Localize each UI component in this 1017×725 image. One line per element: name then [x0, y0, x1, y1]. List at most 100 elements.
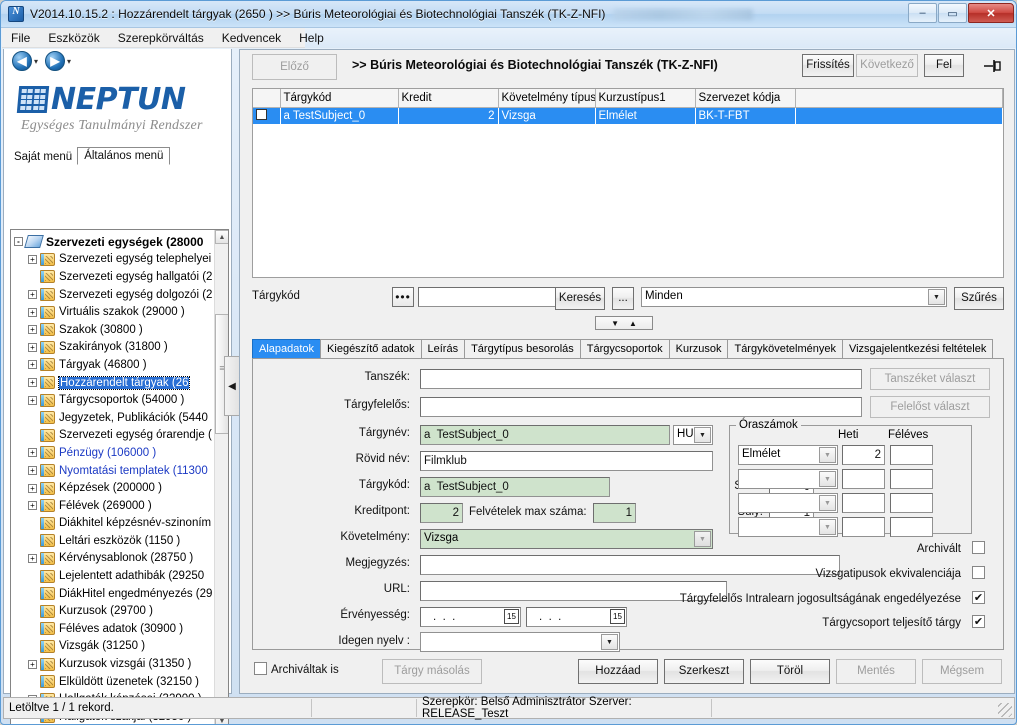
back-dropdown-caret-icon[interactable]: ▾ — [34, 57, 38, 66]
oraszam-feleves-input[interactable] — [890, 445, 933, 465]
resize-grip-icon[interactable] — [998, 703, 1012, 717]
tab-vizsgajelentkez-si-felt-telek[interactable]: Vizsgajelentkezési feltételek — [841, 339, 994, 359]
forward-button[interactable]: ▶ — [45, 51, 66, 71]
tab-kieg-sz-t-adatok[interactable]: Kiegészítő adatok — [320, 339, 422, 359]
tab-kurzusok[interactable]: Kurzusok — [668, 339, 729, 359]
add-button[interactable]: Hozzáad — [578, 659, 658, 684]
tree-item[interactable]: + Szervezeti egység telephelyei — [14, 251, 216, 269]
column-header[interactable]: Tárgykód — [280, 89, 399, 108]
delete-button[interactable]: Töröl — [750, 659, 830, 684]
tree-item[interactable]: + Kérvénysablonok (28750 ) — [14, 550, 216, 568]
oraszam-feleves-input[interactable] — [890, 469, 933, 489]
tree-item[interactable]: + Tárgyak (46800 ) — [14, 356, 216, 374]
column-header[interactable]: Kurzustípus1 — [595, 89, 696, 108]
copy-subject-button[interactable]: Tárgy másolás — [382, 659, 482, 684]
tab-t-rgycsoportok[interactable]: Tárgycsoportok — [579, 339, 670, 359]
oraszam-heti-input[interactable] — [842, 445, 885, 465]
search-input[interactable] — [418, 287, 565, 307]
tab-altalanos-menu[interactable]: Általános menü — [77, 147, 171, 165]
checkbox[interactable] — [972, 566, 985, 579]
tree-item[interactable]: Féléves adatok (30900 ) — [14, 620, 216, 638]
expand-icon[interactable]: + — [28, 501, 37, 511]
targyfelelos-input[interactable] — [420, 397, 862, 417]
chevron-down-icon[interactable]: ▼ — [694, 531, 711, 547]
expand-icon[interactable]: + — [28, 360, 37, 370]
tab-t-rgyt-pus-besorol-s[interactable]: Tárgytípus besorolás — [464, 339, 581, 359]
tree-item[interactable]: + Nyomtatási templatek (11300 — [14, 462, 216, 480]
tree-item[interactable]: + Tárgycsoportok (54000 ) — [14, 391, 216, 409]
tree-item[interactable]: + Hozzárendelt tárgyak (26 — [14, 374, 216, 392]
select-responsible-button[interactable]: Felelőst választ — [870, 396, 990, 418]
tree-item[interactable]: + Képzések (200000 ) — [14, 479, 216, 497]
rovidnev-input[interactable] — [420, 451, 713, 471]
tree-item[interactable]: + Félévek (269000 ) — [14, 497, 216, 515]
menu-kedvencek[interactable]: Kedvencek — [213, 29, 290, 47]
tree-item[interactable]: + Pénzügy (106000 ) — [14, 444, 216, 462]
search-scope-combobox[interactable]: Minden ▼ — [641, 287, 947, 307]
search-ellipsis-button[interactable]: ... — [612, 287, 634, 310]
forward-dropdown-caret-icon[interactable]: ▾ — [67, 57, 71, 66]
oraszam-type-combobox[interactable]: ▼ — [738, 517, 838, 537]
tree-item[interactable]: Elküldött üzenetek (32150 ) — [14, 673, 216, 691]
tab-sajat-menu[interactable]: Saját menü — [10, 149, 77, 165]
maximize-button[interactable]: ▭ — [938, 3, 967, 23]
tree-vertical-scrollbar[interactable]: ▲ ▼ — [214, 230, 228, 724]
previous-button[interactable]: Előző — [252, 54, 337, 80]
back-button[interactable]: ◀ — [12, 51, 32, 71]
panel-collapse-toggle[interactable]: ▼ ▲ — [595, 316, 653, 330]
search-options-button[interactable]: ••• — [392, 287, 414, 307]
tree-item[interactable]: + Szakirányok (31800 ) — [14, 339, 216, 357]
expand-icon[interactable]: + — [28, 553, 37, 563]
filter-button[interactable]: Szűrés — [954, 287, 1004, 310]
menu-file[interactable]: File — [2, 29, 39, 47]
tab-le-r-s[interactable]: Leírás — [420, 339, 466, 359]
idegennyelv-combobox[interactable]: ▼ — [420, 632, 620, 652]
chevron-down-icon[interactable]: ▼ — [819, 447, 836, 463]
row-checkbox[interactable] — [256, 108, 267, 120]
close-button[interactable]: ✕ — [968, 3, 1014, 23]
tree-item[interactable]: Vizsgák (31250 ) — [14, 638, 216, 656]
tanszek-input[interactable] — [420, 369, 862, 389]
collapse-icon[interactable]: - — [14, 237, 23, 247]
calendar-icon[interactable]: 15 — [610, 609, 625, 624]
expand-icon[interactable]: + — [28, 290, 37, 300]
up-button[interactable]: Fel — [924, 54, 964, 77]
chevron-down-icon[interactable]: ▼ — [601, 634, 618, 650]
edit-button[interactable]: Szerkeszt — [664, 659, 744, 684]
expand-icon[interactable]: + — [28, 395, 37, 405]
save-button[interactable]: Mentés — [836, 659, 916, 684]
oraszam-heti-input[interactable] — [842, 517, 885, 537]
calendar-icon[interactable]: 15 — [504, 609, 519, 624]
cancel-button[interactable]: Mégsem — [922, 659, 1002, 684]
chevron-down-icon[interactable]: ▼ — [819, 519, 836, 535]
expand-icon[interactable]: + — [28, 254, 37, 264]
pin-icon[interactable] — [982, 59, 1002, 73]
checkbox[interactable]: ✔ — [972, 591, 985, 604]
oraszam-heti-input[interactable] — [842, 493, 885, 513]
menu-help[interactable]: Help — [290, 29, 333, 47]
panel-splitter-handle[interactable]: ◀ — [224, 356, 240, 416]
tree-item[interactable]: - Szervezeti egységek (28000 — [14, 233, 216, 251]
chevron-down-icon[interactable]: ▼ — [928, 289, 945, 305]
megjegyzes-input[interactable] — [420, 555, 840, 575]
chevron-down-icon[interactable]: ▼ — [819, 471, 836, 487]
oraszam-type-combobox[interactable]: Elmélet ▼ — [738, 445, 838, 465]
minimize-button[interactable]: – — [908, 3, 937, 23]
chevron-down-icon[interactable]: ▼ — [694, 427, 711, 443]
tree-item[interactable]: + Szakok (30800 ) — [14, 321, 216, 339]
tree-item[interactable]: + Kurzusok vizsgái (31350 ) — [14, 655, 216, 673]
chevron-down-icon[interactable]: ▼ — [819, 495, 836, 511]
language-combobox[interactable]: HU ▼ — [673, 425, 713, 445]
felvetelek-max-input[interactable] — [593, 503, 636, 523]
tree-item[interactable]: Szervezeti egység órarendje ( — [14, 427, 216, 445]
targykod-input[interactable] — [420, 477, 610, 497]
checkbox[interactable]: ✔ — [972, 615, 985, 628]
tab-alapadatok[interactable]: Alapadatok — [252, 339, 322, 359]
targynev-input[interactable] — [420, 425, 670, 445]
expand-icon[interactable]: + — [28, 325, 37, 335]
table-row[interactable]: a TestSubject_0 2 Vizsga Elmélet BK-T-FBT — [253, 107, 1003, 124]
column-header[interactable] — [253, 89, 281, 108]
menu-eszkozok[interactable]: Eszközök — [39, 29, 108, 47]
navigation-tree[interactable]: - Szervezeti egységek (28000 + Szervezeti e… — [10, 229, 229, 724]
kreditpont-input[interactable] — [420, 503, 463, 523]
